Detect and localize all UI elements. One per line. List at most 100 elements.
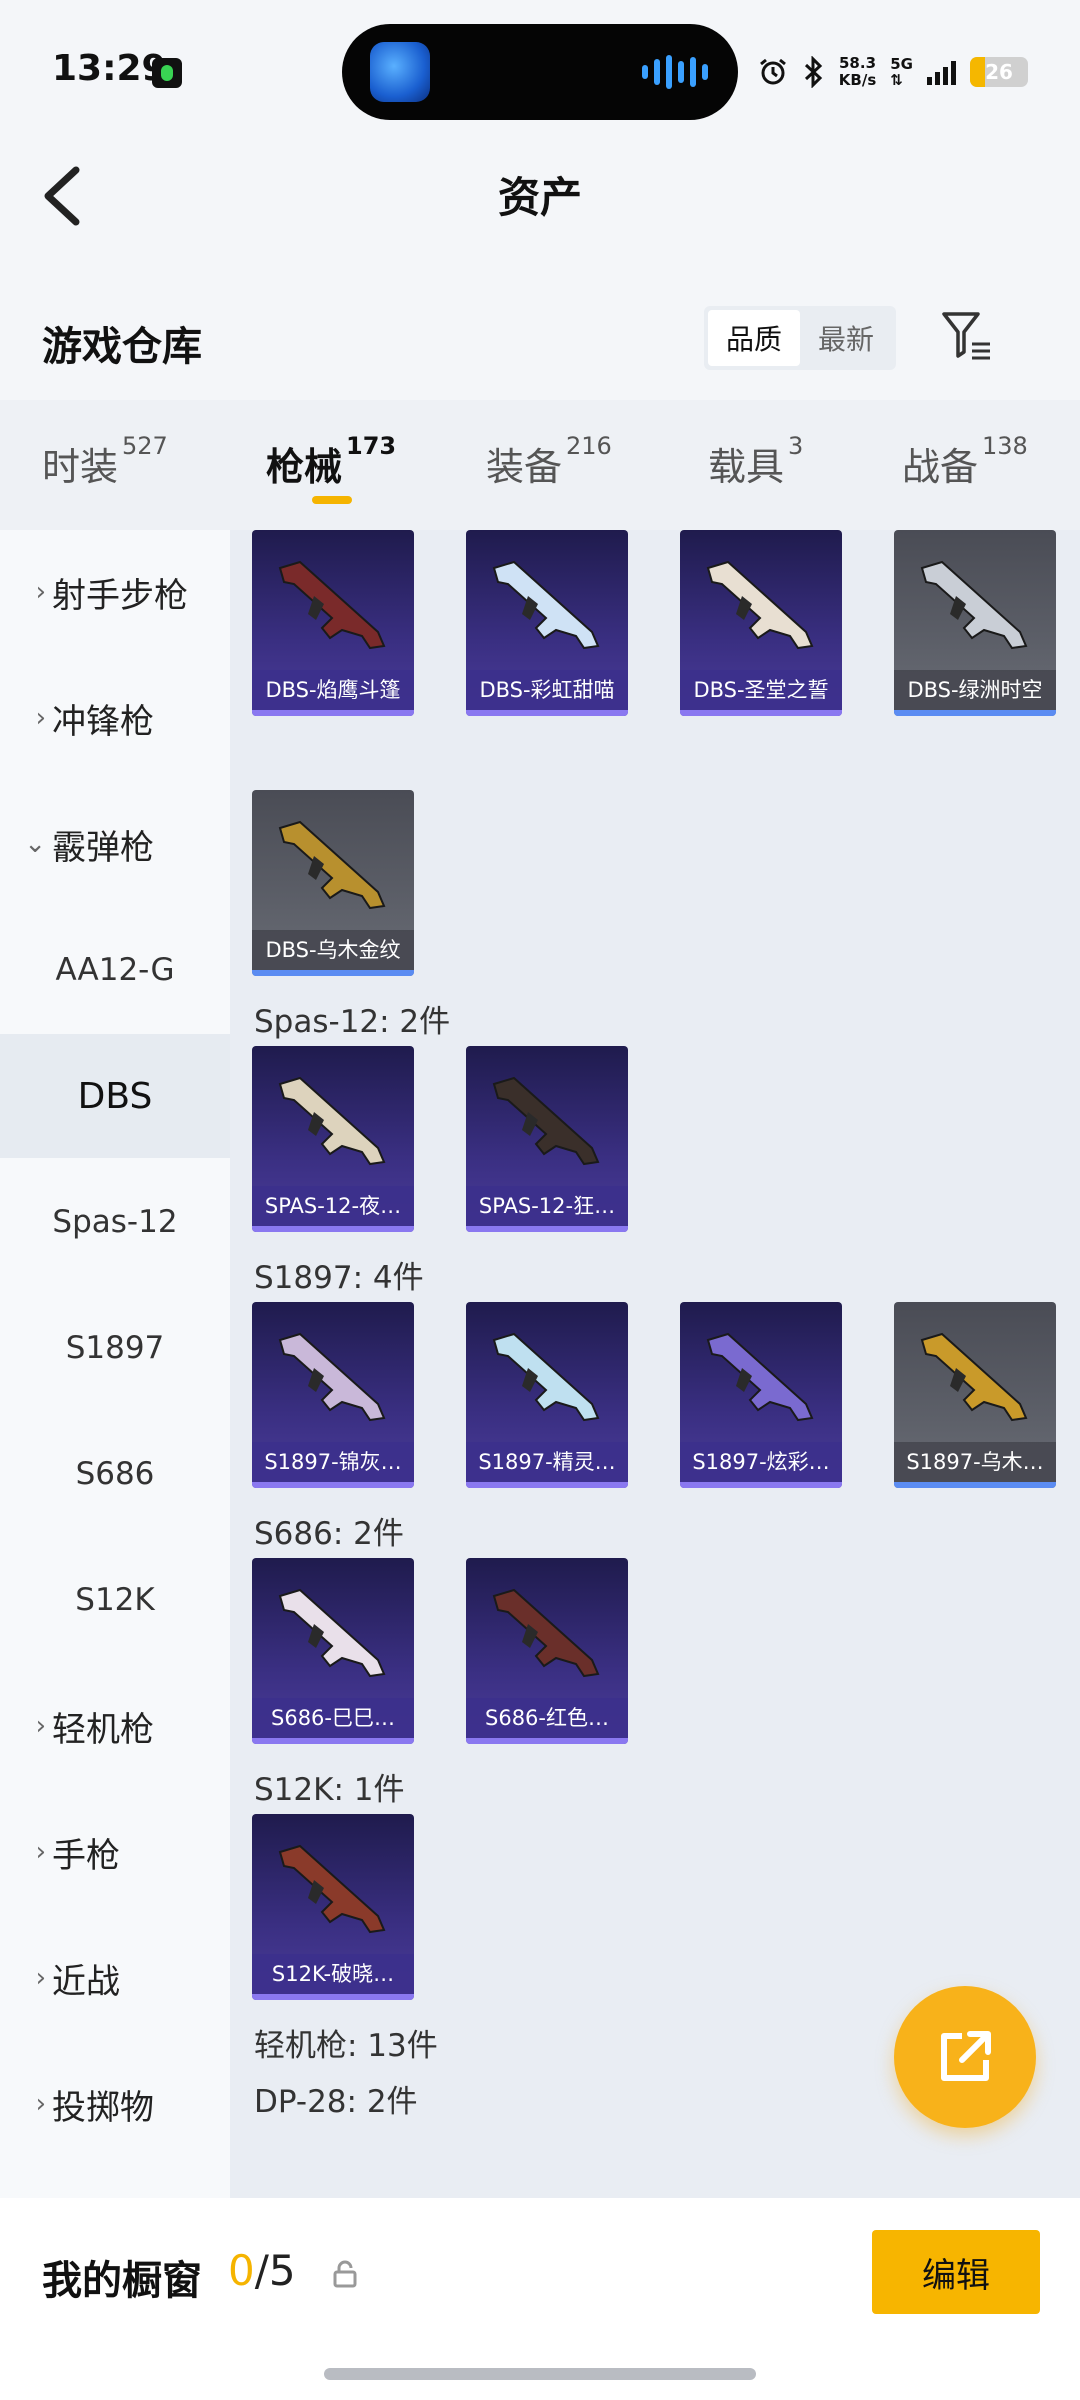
chevron-right-icon: ›	[35, 2089, 46, 2119]
weapon-card-label: DBS-绿洲时空	[894, 670, 1056, 710]
side-menu-item[interactable]: › 冲锋枪	[0, 656, 230, 780]
tab-equipment[interactable]: 装备 216	[486, 432, 612, 491]
weapon-card[interactable]: S686-巳巳…	[252, 1558, 414, 1744]
gun-icon	[278, 1076, 386, 1166]
weapon-card[interactable]: DBS-彩虹甜喵	[466, 530, 628, 716]
side-menu-item[interactable]: DBS	[0, 1034, 230, 1158]
side-menu-label: 射手步枪	[52, 575, 188, 616]
rarity-bar	[252, 710, 414, 716]
group-title: DP-28: 2件	[254, 2084, 418, 2120]
weapon-type-menu: › 射手步枪 › 冲锋枪 ⌄ 霰弹枪 AA12-G DBS Spas-12 S1897 S686 S1…	[0, 530, 230, 2198]
gun-icon	[278, 820, 386, 910]
weapon-card-label: S1897-乌木…	[894, 1442, 1056, 1482]
side-menu-item[interactable]: › 投掷物	[0, 2042, 230, 2166]
side-menu-label: S12K	[75, 1582, 155, 1618]
gun-icon	[492, 560, 600, 650]
weapon-card[interactable]: S1897-乌木…	[894, 1302, 1056, 1488]
side-menu-item[interactable]: › 射手步枪	[0, 530, 230, 654]
side-menu-item[interactable]: S1897	[0, 1286, 230, 1410]
page-title: 资产	[497, 173, 582, 222]
weapon-card[interactable]: S1897-精灵…	[466, 1302, 628, 1488]
gun-icon	[492, 1076, 600, 1166]
side-menu-item[interactable]: › 轻机枪	[0, 1664, 230, 1788]
notification-app-icon	[152, 58, 182, 88]
side-menu-label: S1897	[65, 1330, 165, 1366]
weapon-card[interactable]: S1897-锦灰…	[252, 1302, 414, 1488]
chevron-right-icon: ›	[35, 577, 46, 607]
side-menu-label: 近战	[52, 1961, 120, 2002]
app-header: 资产	[0, 140, 1080, 250]
home-indicator[interactable]	[324, 2368, 756, 2380]
weapon-card-label: S1897-炫彩…	[680, 1442, 842, 1482]
rarity-bar	[252, 1226, 414, 1232]
weapon-card[interactable]: S12K-破晓…	[252, 1814, 414, 2000]
showcase-count: 0/5	[228, 2246, 296, 2295]
filter-icon[interactable]	[940, 308, 996, 364]
battery-fill	[970, 57, 986, 87]
weapon-card[interactable]: S1897-炫彩…	[680, 1302, 842, 1488]
sort-by-newest[interactable]: 最新	[800, 310, 892, 366]
status-bar: 13:29 58.3 KB/s 5G ⇅ 26	[0, 0, 1080, 140]
rarity-bar	[680, 1482, 842, 1488]
group-title: S686: 2件	[254, 1516, 404, 1552]
rarity-bar	[680, 710, 842, 716]
group-title: S1897: 4件	[254, 1260, 424, 1296]
gun-icon	[920, 1332, 1028, 1422]
side-menu-label: Spas-12	[52, 1204, 178, 1240]
chevron-right-icon: ›	[35, 703, 46, 733]
chevron-down-icon: ⌄	[24, 829, 46, 859]
weapon-card[interactable]: SPAS-12-狂…	[466, 1046, 628, 1232]
edit-button[interactable]: 编辑	[872, 2230, 1040, 2314]
weapon-card-label: S1897-锦灰…	[252, 1442, 414, 1482]
rarity-bar	[252, 1994, 414, 2000]
tab-fashion[interactable]: 时装 527	[42, 432, 168, 491]
weapon-card-label: DBS-焰鹰斗篷	[252, 670, 414, 710]
network-speed: 58.3 KB/s	[838, 54, 877, 89]
side-menu-item[interactable]: ⌄ 霰弹枪	[0, 782, 230, 906]
side-menu-item[interactable]: › 手枪	[0, 1790, 230, 1914]
tab-firearms[interactable]: 枪械 173	[266, 432, 396, 491]
chevron-right-icon: ›	[35, 1711, 46, 1741]
side-menu-label: 投掷物	[52, 2087, 154, 2128]
side-menu-item[interactable]: AA12-G	[0, 908, 230, 1032]
weapon-card-label: S686-巳巳…	[252, 1698, 414, 1738]
showcase-title: 我的橱窗	[42, 2258, 202, 2304]
chevron-right-icon: ›	[35, 1837, 46, 1867]
sort-by-quality[interactable]: 品质	[708, 310, 800, 366]
side-menu-item[interactable]: Spas-12	[0, 1160, 230, 1284]
dynamic-island[interactable]	[342, 24, 738, 120]
weapon-card-label: DBS-圣堂之誓	[680, 670, 842, 710]
warehouse-title: 游戏仓库	[42, 324, 202, 370]
lock-icon	[333, 2260, 357, 2288]
weapon-card-label: SPAS-12-夜…	[252, 1186, 414, 1226]
side-menu-item[interactable]: S12K	[0, 1538, 230, 1662]
weapon-card[interactable]: SPAS-12-夜…	[252, 1046, 414, 1232]
network-type: 5G ⇅	[890, 55, 913, 89]
weapon-card-label: DBS-彩虹甜喵	[466, 670, 628, 710]
tab-vehicles[interactable]: 载具 3	[708, 432, 803, 491]
weapon-grid: DBS-焰鹰斗篷 DBS-彩虹甜喵 DBS-圣堂之誓 DBS-绿洲时空 DBS-乌木金纹…	[230, 530, 1080, 2198]
side-menu-label: AA12-G	[55, 952, 175, 988]
weapon-card[interactable]: S686-红色…	[466, 1558, 628, 1744]
share-button[interactable]	[894, 1986, 1036, 2128]
rarity-bar	[466, 1738, 628, 1744]
rarity-bar	[252, 1738, 414, 1744]
weapon-card[interactable]: DBS-绿洲时空	[894, 530, 1056, 716]
group-title: Spas-12: 2件	[254, 1004, 451, 1040]
side-menu-label: 冲锋枪	[52, 701, 154, 742]
weapon-card[interactable]: DBS-焰鹰斗篷	[252, 530, 414, 716]
gun-icon	[278, 1588, 386, 1678]
sort-toggle: 品质 最新	[704, 306, 896, 370]
side-menu-item[interactable]: › 近战	[0, 1916, 230, 2040]
side-menu-label: 霰弹枪	[52, 827, 154, 868]
gun-icon	[706, 560, 814, 650]
gun-icon	[920, 560, 1028, 650]
side-menu-item[interactable]: S686	[0, 1412, 230, 1536]
tab-supplies[interactable]: 战备 138	[902, 432, 1028, 491]
battery-level: 26	[985, 60, 1013, 84]
weapon-card[interactable]: DBS-乌木金纹	[252, 790, 414, 976]
side-menu-label: S686	[75, 1456, 155, 1492]
category-tabs: 时装 527 枪械 173 装备 216 载具 3 战备 138	[0, 400, 1080, 530]
weapon-card[interactable]: DBS-圣堂之誓	[680, 530, 842, 716]
weapon-card-label: S12K-破晓…	[252, 1954, 414, 1994]
